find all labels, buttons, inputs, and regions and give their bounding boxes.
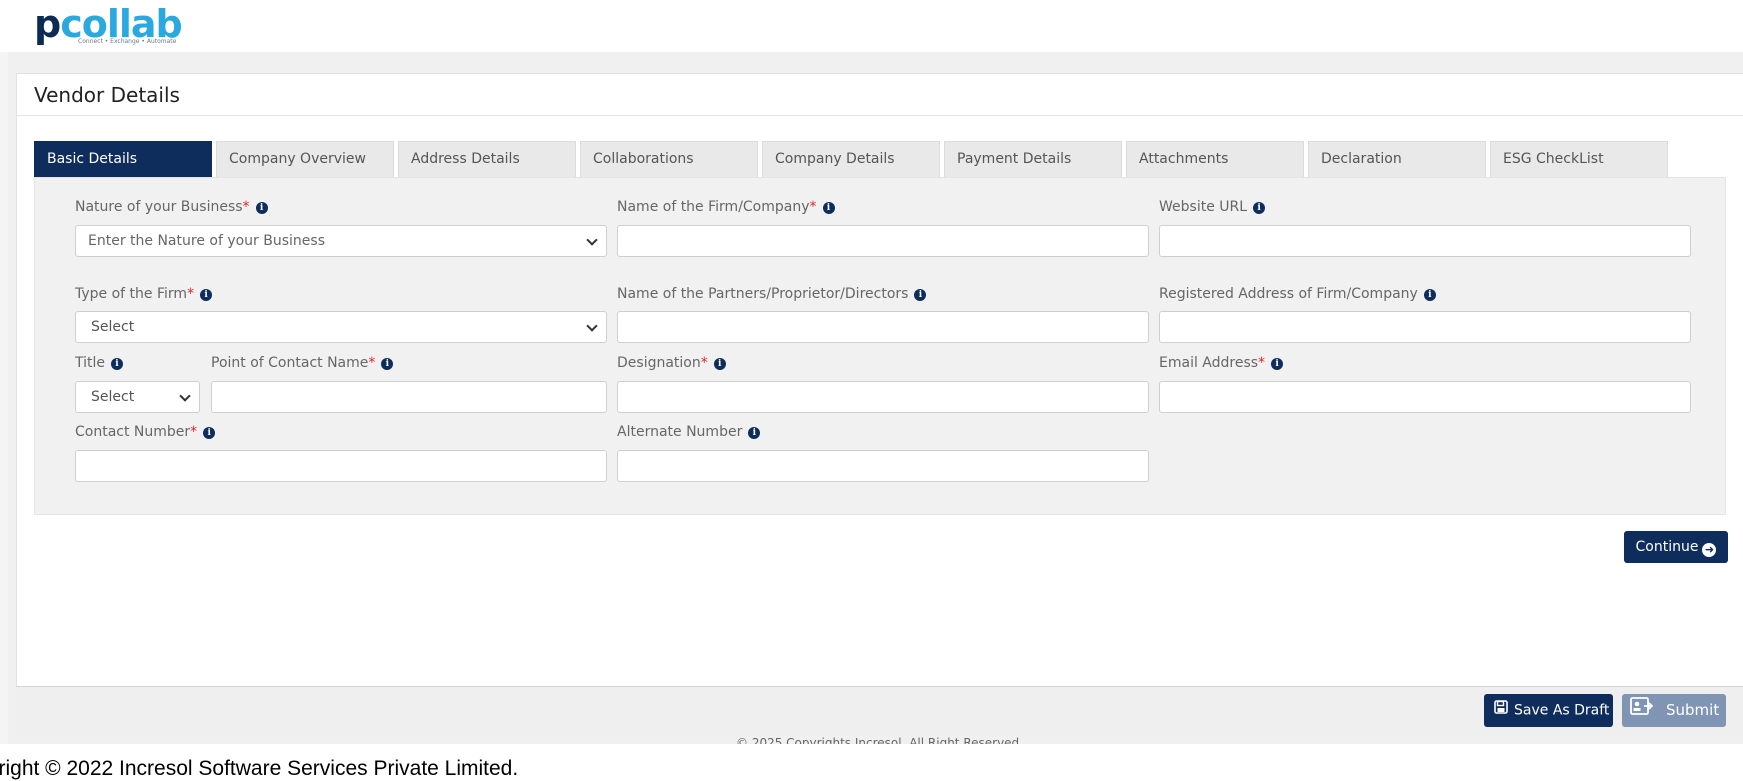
tab-attachments[interactable]: Attachments — [1126, 141, 1304, 177]
nature-of-business-label: Nature of your Business* i — [75, 198, 268, 216]
chevron-down-icon — [586, 320, 598, 332]
title-divider — [17, 115, 1743, 116]
info-icon[interactable]: i — [200, 289, 213, 301]
save-as-draft-label: Save As Draft — [1514, 702, 1610, 719]
website-url-input[interactable] — [1159, 225, 1691, 257]
page-copyright: yright © 2022 Incresol Software Services… — [0, 757, 519, 780]
info-icon[interactable]: i — [203, 427, 216, 439]
id-card-submit-icon — [1630, 694, 1654, 727]
required-marker: * — [190, 424, 198, 440]
title-label-text: Title — [75, 355, 106, 371]
email-label-text: Email Address — [1159, 355, 1259, 371]
partners-label-text: Name of the Partners/Proprietor/Director… — [617, 286, 909, 302]
info-icon[interactable]: i — [822, 202, 835, 214]
partners-input[interactable] — [617, 311, 1149, 343]
registered-address-input[interactable] — [1159, 311, 1691, 343]
basic-details-panel: Nature of your Business* i Enter the Natu… — [34, 177, 1726, 515]
submit-label: Submit — [1666, 701, 1720, 719]
required-marker: * — [1258, 355, 1266, 371]
vendor-details-card: Vendor Details Basic Details Company Ove… — [16, 73, 1743, 689]
designation-label-text: Designation — [617, 355, 701, 371]
firm-name-label-text: Name of the Firm/Company — [617, 199, 810, 215]
email-label: Email Address* i — [1159, 354, 1284, 372]
save-as-draft-button[interactable]: Save As Draft — [1484, 694, 1613, 727]
page-title: Vendor Details — [34, 83, 180, 107]
continue-label: Continue — [1635, 539, 1699, 555]
registered-address-label: Registered Address of Firm/Company i — [1159, 285, 1436, 303]
nature-of-business-label-text: Nature of your Business — [75, 199, 243, 215]
info-icon[interactable]: i — [111, 358, 124, 370]
tab-payment-details[interactable]: Payment Details — [944, 141, 1122, 177]
contact-number-input[interactable] — [75, 450, 607, 482]
info-icon[interactable]: i — [914, 289, 927, 301]
inner-copyright-strip: © 2025 Copyrights Incresol. All Right Re… — [0, 734, 1743, 744]
registered-address-label-text: Registered Address of Firm/Company — [1159, 286, 1418, 302]
pcollab-logo[interactable]: pcollab Connect • Exchange • Automate — [34, 2, 183, 46]
chevron-down-icon — [586, 234, 598, 246]
tab-esg-checklist[interactable]: ESG CheckList — [1490, 141, 1668, 177]
contact-name-label: Point of Contact Name* i — [211, 354, 394, 372]
required-marker: * — [187, 286, 195, 302]
firm-name-input[interactable] — [617, 225, 1149, 257]
firm-name-label: Name of the Firm/Company* i — [617, 198, 835, 216]
app-header: pcollab Connect • Exchange • Automate — [0, 0, 1743, 53]
website-url-label: Website URL i — [1159, 198, 1266, 216]
alternate-number-label: Alternate Number i — [617, 423, 761, 441]
contact-number-label: Contact Number* i — [75, 423, 216, 441]
tab-declaration[interactable]: Declaration — [1308, 141, 1486, 177]
tab-company-details[interactable]: Company Details — [762, 141, 940, 177]
title-selected: Select — [91, 389, 135, 405]
required-marker: * — [700, 355, 708, 371]
partners-label: Name of the Partners/Proprietor/Director… — [617, 285, 927, 303]
required-marker: * — [809, 199, 817, 215]
arrow-circle-right-icon: ➜ — [1702, 543, 1717, 557]
contact-name-label-text: Point of Contact Name — [211, 355, 369, 371]
info-icon[interactable]: i — [1423, 289, 1436, 301]
info-icon[interactable]: i — [1271, 358, 1284, 370]
contact-number-label-text: Contact Number — [75, 424, 191, 440]
tab-address-details[interactable]: Address Details — [398, 141, 576, 177]
info-icon[interactable]: i — [748, 427, 761, 439]
inner-copyright-text: © 2025 Copyrights Incresol. All Right Re… — [736, 736, 1023, 744]
tab-collaborations[interactable]: Collaborations — [580, 141, 758, 177]
required-marker: * — [242, 199, 250, 215]
tab-company-overview[interactable]: Company Overview — [216, 141, 394, 177]
alternate-number-label-text: Alternate Number — [617, 424, 743, 440]
nature-of-business-select[interactable]: Enter the Nature of your Business — [75, 225, 607, 257]
continue-button[interactable]: Continue ➜ — [1624, 531, 1728, 563]
designation-label: Designation* i — [617, 354, 726, 372]
info-icon[interactable]: i — [1253, 202, 1266, 214]
alternate-number-input[interactable] — [617, 450, 1149, 482]
tab-basic-details[interactable]: Basic Details — [34, 141, 212, 177]
submit-button[interactable]: Submit — [1622, 694, 1726, 727]
logo-letter-p: p — [34, 2, 61, 46]
chevron-down-icon — [179, 390, 191, 402]
designation-input[interactable] — [617, 381, 1149, 413]
website-url-label-text: Website URL — [1159, 199, 1248, 215]
info-icon[interactable]: i — [381, 358, 394, 370]
logo-tagline: Connect • Exchange • Automate — [78, 38, 177, 45]
title-label: Title i — [75, 354, 124, 372]
nature-of-business-placeholder: Enter the Nature of your Business — [88, 233, 325, 249]
info-icon[interactable]: i — [255, 202, 268, 214]
email-input[interactable] — [1159, 381, 1691, 413]
title-select[interactable]: Select — [75, 381, 200, 413]
required-marker: * — [368, 355, 376, 371]
firm-type-label-text: Type of the Firm — [75, 286, 188, 302]
firm-type-selected: Select — [91, 319, 135, 335]
firm-type-select[interactable]: Select — [75, 311, 607, 343]
firm-type-label: Type of the Firm* i — [75, 285, 213, 303]
info-icon[interactable]: i — [713, 358, 726, 370]
floppy-disk-icon — [1494, 694, 1508, 727]
contact-name-input[interactable] — [211, 381, 607, 413]
